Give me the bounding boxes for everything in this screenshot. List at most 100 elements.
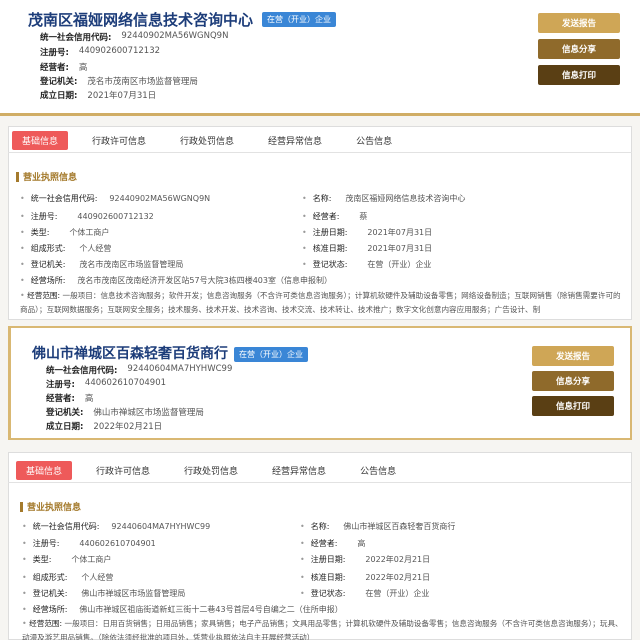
reg-status-value: 在营（开业）企业 (367, 260, 432, 269)
detail-row-1-2: • 名称: 茂南区福娅网络信息技术咨询中心 (302, 194, 466, 203)
credit-code-value: 92440902MA56WGNQ9N (109, 194, 211, 203)
tab-admin-penalty[interactable]: 行政处罚信息 (170, 131, 244, 150)
approval-date-value: 2021年07月31日 (367, 244, 433, 253)
company-name-2: 佛山市禅城区百森轻奢百货商行 (32, 346, 228, 362)
detail-row-4-2: • 核准日期: 2021年07月31日 (302, 244, 433, 253)
header-row-date-2: 成立日期: 2022年02月21日 (46, 420, 162, 432)
approval-date-label: 核准日期: (310, 573, 346, 582)
tab-admin-license[interactable]: 行政许可信息 (82, 131, 156, 150)
form-label: 组成形式: (32, 573, 68, 582)
share-info-button[interactable]: 信息分享 (538, 39, 620, 59)
reg-no-value: 440902600712132 (78, 46, 161, 56)
reg-status-label: 登记状态: (312, 260, 348, 269)
credit-code-label: 统一社会信用代码: (32, 522, 100, 531)
reg-no-label: 注册号: (46, 380, 75, 390)
name-label: 名称: (310, 522, 330, 531)
tab-admin-license[interactable]: 行政许可信息 (86, 461, 160, 480)
detail-row-1-1: • 统一社会信用代码: 92440902MA56WGNQ9N (20, 194, 211, 203)
tab-abnormal-operation[interactable]: 经营异常信息 (262, 461, 336, 480)
authority-value: 佛山市禅城区市场监督管理局 (93, 408, 204, 418)
authority-value: 茂名市茂南区市场监督管理局 (87, 77, 198, 87)
send-report-button[interactable]: 发送报告 (538, 13, 620, 33)
authority-label: 登记机关: (40, 77, 78, 87)
detail-row-5-1: • 登记机关: 佛山市禅城区市场监督管理局 (22, 589, 186, 598)
credit-code-label: 统一社会信用代码: (40, 33, 112, 43)
detail-row-3-1: • 类型: 个体工商户 (20, 228, 110, 237)
section-bar (16, 171, 19, 182)
detail-row-scope-1: • 经营范围: 一般项目：信息技术咨询服务；软件开发；信息咨询服务（不含许可类信… (20, 291, 621, 314)
detail-row-4-2: • 核准日期: 2022年02月21日 (300, 573, 431, 582)
place-value: 佛山市禅城区祖庙街道新虹三街十二巷43号首层4号自编之二（住所申报） (79, 605, 343, 614)
detail-row-2-2: • 经营者: 蔡 (302, 212, 368, 221)
credit-code-label: 统一社会信用代码: (46, 366, 118, 376)
share-info-button[interactable]: 信息分享 (532, 371, 614, 391)
tab-abnormal-operation[interactable]: 经营异常信息 (258, 131, 332, 150)
founded-date-label: 成立日期: (46, 422, 84, 432)
operator-label: 经营者: (312, 212, 340, 221)
name-value: 茂南区福娅网络信息技术咨询中心 (345, 194, 466, 203)
reg-no-value: 440602610704901 (84, 378, 167, 388)
credit-code-value: 92440604MA7HYHWC99 (127, 364, 233, 374)
tab-basic-info[interactable]: 基础信息 (16, 461, 73, 480)
type-value: 个体工商户 (69, 228, 110, 237)
tab-announcement[interactable]: 公告信息 (350, 461, 406, 480)
scope-label: 经营范围: (27, 291, 61, 300)
operator-value: 高 (84, 394, 94, 404)
credit-code-value: 92440902MA56WGNQ9N (121, 31, 229, 41)
header-row-operator-2: 经营者: 高 (46, 392, 93, 404)
tab-basic-info[interactable]: 基础信息 (12, 131, 69, 150)
detail-row-1-2: • 名称: 佛山市禅城区百森轻奢百货商行 (300, 522, 456, 531)
detail-row-5-1: • 登记机关: 茂名市茂南区市场监督管理局 (20, 260, 184, 269)
reg-date-label: 注册日期: (310, 555, 346, 564)
type-value: 个体工商户 (71, 555, 112, 564)
authority-value: 茂名市茂南区市场监督管理局 (79, 260, 184, 269)
reg-no-label: 注册号: (32, 539, 60, 548)
tab-admin-penalty[interactable]: 行政处罚信息 (174, 461, 248, 480)
founded-date-value: 2022年02月21日 (93, 422, 163, 432)
send-report-button[interactable]: 发送报告 (532, 346, 614, 366)
tab-bar-2: 基础信息 行政许可信息 行政处罚信息 经营异常信息 公告信息 (8, 459, 632, 483)
section-title-license-1: 营业执照信息 (16, 170, 77, 183)
authority-label: 登记机关: (30, 260, 66, 269)
founded-date-label: 成立日期: (40, 91, 78, 101)
status-badge-2: 在营（开业）企业 (234, 347, 308, 362)
header-row-credit-2: 统一社会信用代码: 92440604MA7HYHWC99 (46, 364, 232, 376)
section-title-license-2: 营业执照信息 (20, 500, 81, 513)
tab-bar-1: 基础信息 行政许可信息 行政处罚信息 经营异常信息 公告信息 (8, 129, 632, 153)
operator-value: 蔡 (359, 212, 368, 221)
section-label: 营业执照信息 (23, 173, 78, 183)
header-row-date-1: 成立日期: 2021年07月31日 (40, 89, 156, 101)
scope-value: 一般项目：日用百货销售；日用品销售；家具销售；电子产品销售；文具用品零售；计算机… (22, 619, 623, 640)
operator-label: 经营者: (46, 394, 75, 404)
print-info-button[interactable]: 信息打印 (538, 65, 620, 85)
type-label: 类型: (30, 228, 50, 237)
screenshot-collage: 茂南区福娅网络信息技术咨询中心 在营（开业）企业 统一社会信用代码: 92440… (0, 0, 640, 640)
tab-announcement[interactable]: 公告信息 (346, 131, 402, 150)
reg-no-value: 440602610704901 (79, 539, 156, 548)
detail-row-1-1: • 统一社会信用代码: 92440604MA7HYHWC99 (22, 522, 211, 531)
scope-value: 一般项目：信息技术咨询服务；软件开发；信息咨询服务（不含许可类信息咨询服务）；计… (20, 291, 621, 314)
detail-row-5-2: • 登记状态: 在营（开业）企业 (300, 589, 430, 598)
reg-no-label: 注册号: (30, 212, 58, 221)
detail-row-3-1: • 类型: 个体工商户 (22, 555, 112, 564)
detail-row-2-2: • 经营者: 高 (300, 539, 366, 548)
reg-status-label: 登记状态: (310, 589, 346, 598)
operator-value: 高 (78, 63, 88, 73)
form-label: 组成形式: (30, 244, 66, 253)
header-row-regno-2: 注册号: 440602610704901 (46, 378, 166, 390)
type-label: 类型: (32, 555, 52, 564)
scope-label: 经营范围: (29, 619, 63, 628)
detail-row-scope-2: • 经营范围: 一般项目：日用百货销售；日用品销售；家具销售；电子产品销售；文具… (22, 619, 623, 640)
detail-row-4-1: • 组成形式: 个人经营 (20, 244, 112, 253)
detail-row-3-2: • 注册日期: 2022年02月21日 (300, 555, 431, 564)
place-label: 经营场所: (30, 276, 66, 285)
name-value: 佛山市禅城区百森轻奢百货商行 (343, 522, 456, 531)
print-info-button[interactable]: 信息打印 (532, 396, 614, 416)
header-row-credit-1: 统一社会信用代码: 92440902MA56WGNQ9N (40, 31, 228, 43)
reg-status-value: 在营（开业）企业 (365, 589, 430, 598)
company-name-1: 茂南区福娅网络信息技术咨询中心 (28, 11, 254, 29)
place-value: 茂名市茂南区茂南经济开发区站57号大院3栋四楼403室（信息申报制） (77, 276, 332, 285)
detail-row-5-2: • 登记状态: 在营（开业）企业 (302, 260, 432, 269)
header-row-regno-1: 注册号: 440902600712132 (40, 46, 160, 58)
credit-code-label: 统一社会信用代码: (30, 194, 98, 203)
